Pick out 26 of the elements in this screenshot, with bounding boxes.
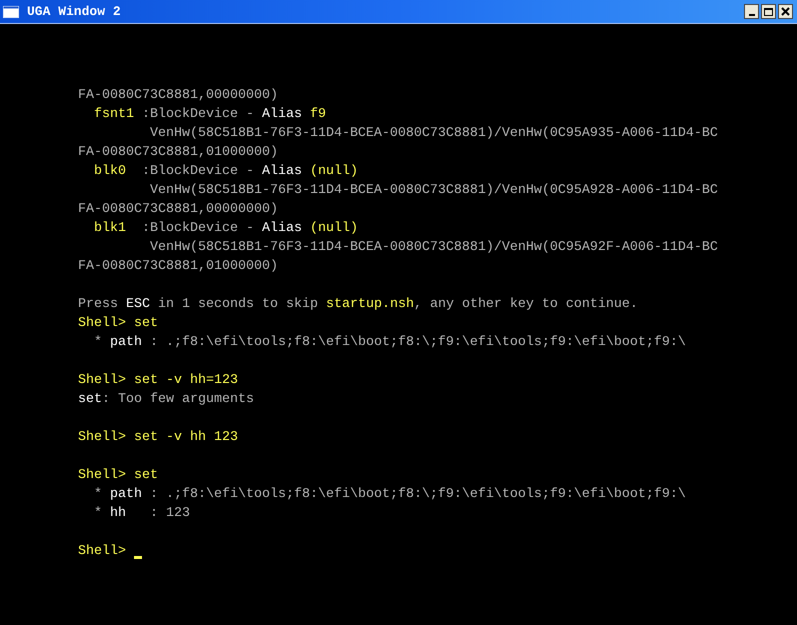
text-cursor bbox=[134, 556, 142, 559]
terminal-line: Shell> set -v hh=123 bbox=[78, 372, 238, 390]
terminal-line: FA-0080C73C8881,01000000) bbox=[78, 144, 278, 162]
terminal-line: Shell> set bbox=[78, 467, 158, 485]
terminal-line: blk1 :BlockDevice - Alias (null) bbox=[92, 220, 358, 238]
terminal-line: VenHw(58C518B1-76F3-11D4-BCEA-0080C73C8881)/VenHw(0C95A92F-A006-11D4-BC bbox=[148, 239, 718, 257]
close-button[interactable] bbox=[778, 4, 793, 19]
shell-prompt: Shell> bbox=[78, 543, 126, 561]
terminal-line: FA-0080C73C8881,01000000) bbox=[78, 258, 278, 276]
terminal-line: Shell> set -v hh 123 bbox=[78, 429, 238, 447]
window-icon bbox=[3, 6, 19, 18]
terminal-line: blk0 :BlockDevice - Alias (null) bbox=[92, 163, 358, 181]
terminal-line: * hh : 123 bbox=[92, 505, 190, 523]
terminal-line: * path : .;f8:\efi\tools;f8:\efi\boot;f8:\;f9:\efi\tools;f9:\efi\boot;f9:\ bbox=[92, 334, 686, 352]
terminal-line: * path : .;f8:\efi\tools;f8:\efi\boot;f8:\;f9:\efi\tools;f9:\efi\boot;f9:\ bbox=[92, 486, 686, 504]
terminal-line: VenHw(58C518B1-76F3-11D4-BCEA-0080C73C8881)/VenHw(0C95A935-A006-11D4-BC bbox=[148, 125, 718, 143]
terminal-line: Shell> set bbox=[78, 315, 158, 333]
terminal-line: FA-0080C73C8881,00000000) bbox=[78, 87, 278, 105]
window-title: UGA Window 2 bbox=[27, 2, 122, 21]
terminal-line: VenHw(58C518B1-76F3-11D4-BCEA-0080C73C8881)/VenHw(0C95A928-A006-11D4-BC bbox=[148, 182, 718, 200]
terminal-line: set: Too few arguments bbox=[78, 391, 254, 409]
terminal-line: fsnt1 :BlockDevice - Alias f9 bbox=[92, 106, 326, 124]
maximize-button[interactable] bbox=[761, 4, 776, 19]
minimize-button[interactable] bbox=[744, 4, 759, 19]
terminal-line: FA-0080C73C8881,00000000) bbox=[78, 201, 278, 219]
terminal-line: Press ESC in 1 seconds to skip startup.nsh, any other key to continue. bbox=[78, 296, 638, 314]
